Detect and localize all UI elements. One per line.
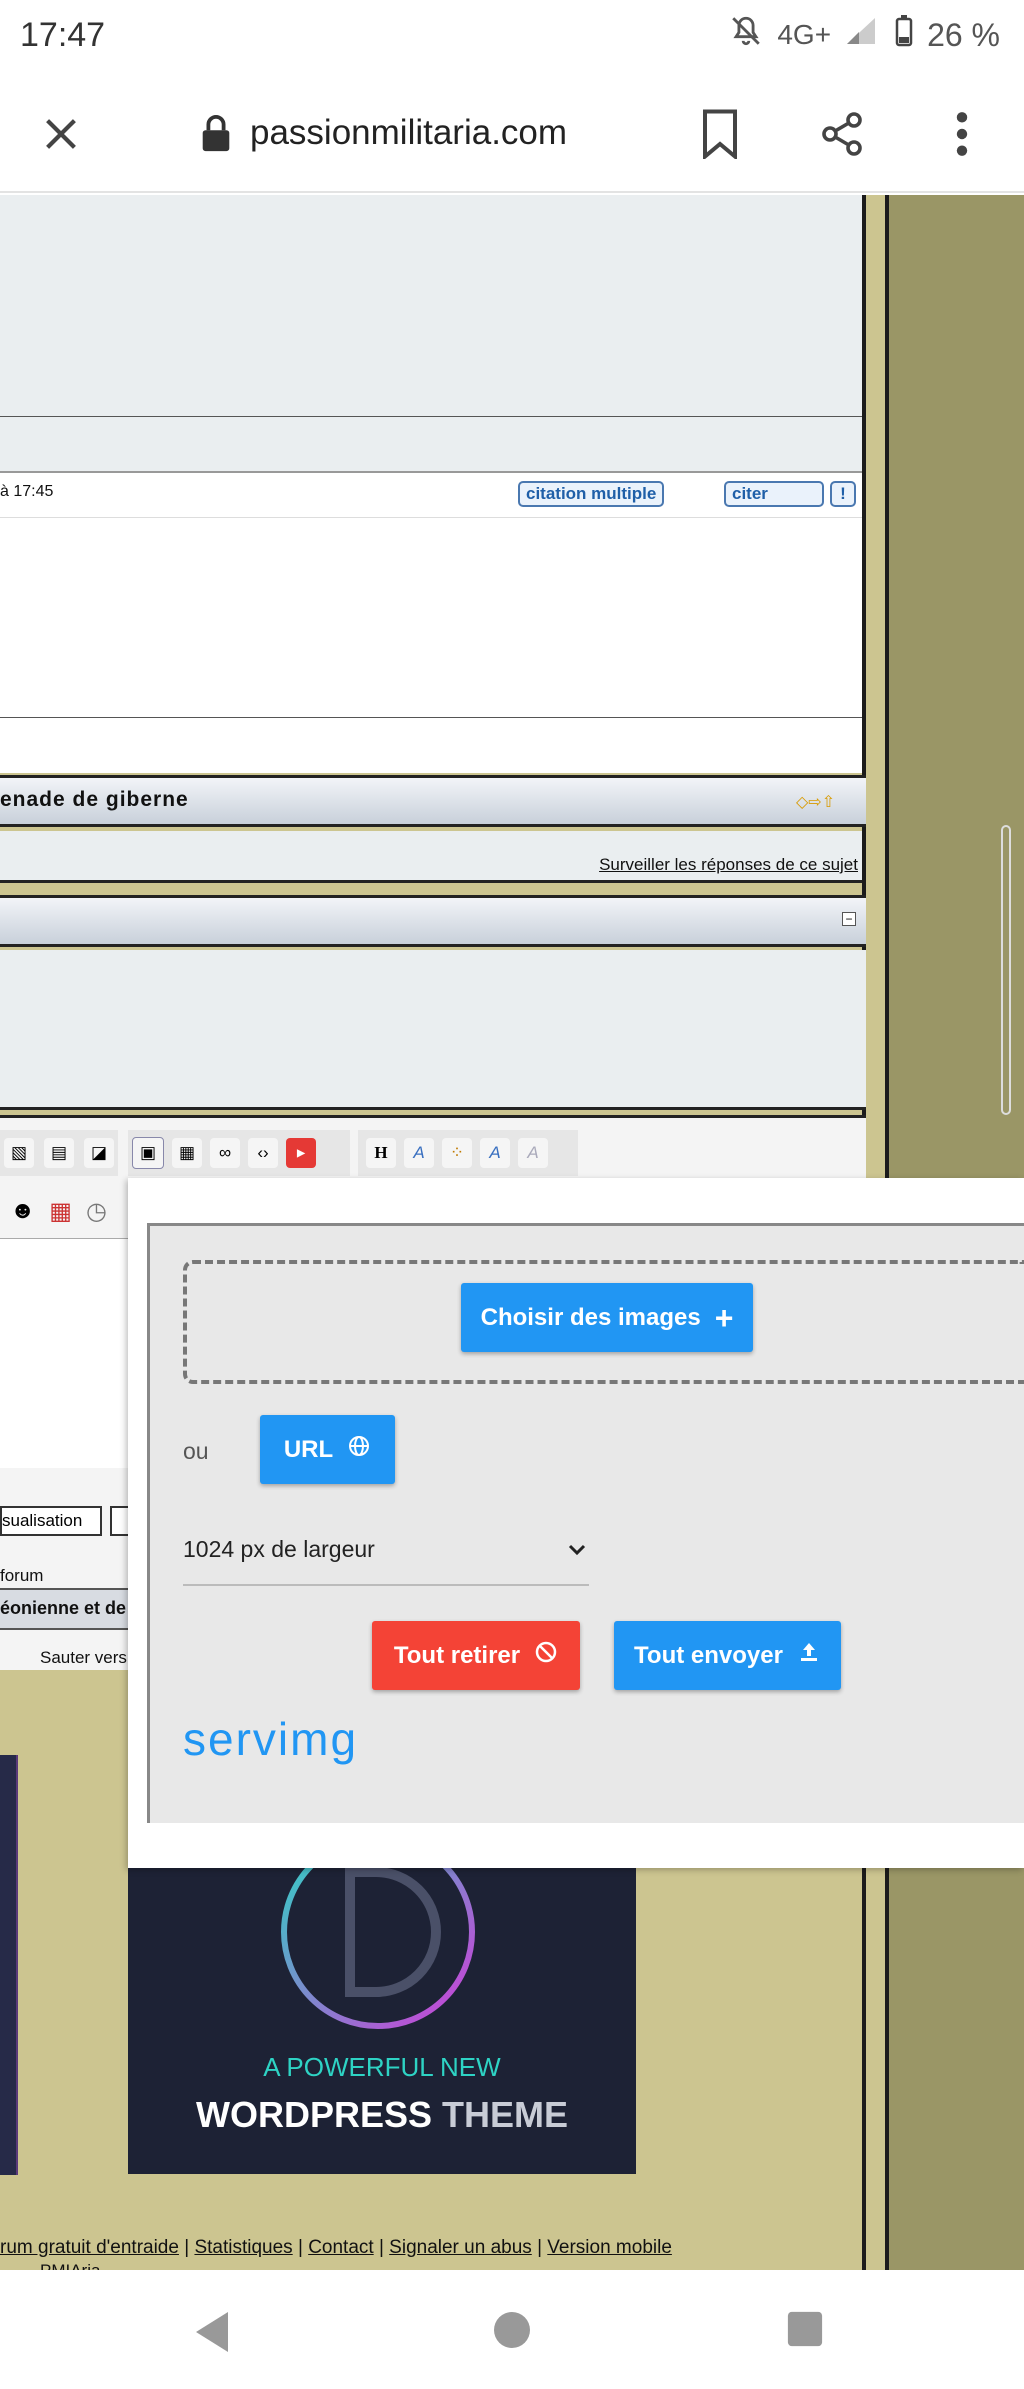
remove-all-button[interactable]: Tout retirer bbox=[372, 1621, 580, 1690]
ad-title-a: WORDPRESS bbox=[195, 2094, 432, 2135]
link-icon[interactable]: ∞ bbox=[210, 1138, 240, 1168]
post-time: à 17:45 bbox=[0, 483, 54, 500]
youtube-icon[interactable]: ▶ bbox=[286, 1138, 316, 1168]
smiley-icon[interactable]: ☻ bbox=[10, 1197, 35, 1225]
heading-icon[interactable]: H bbox=[366, 1138, 396, 1168]
post-footer-previous bbox=[0, 417, 862, 472]
color-icon[interactable]: ⁘ bbox=[442, 1138, 472, 1168]
servimg-logo: servimg bbox=[183, 1713, 359, 1765]
quote-button[interactable]: citer bbox=[724, 481, 824, 507]
remove-all-label: Tout retirer bbox=[393, 1641, 521, 1669]
quick-reply-bar: − bbox=[0, 895, 866, 947]
chevron-down-icon bbox=[565, 1538, 589, 1567]
lock-icon bbox=[200, 115, 232, 158]
message-textarea[interactable] bbox=[0, 1238, 128, 1468]
footer-sep: | bbox=[378, 2237, 384, 2258]
topic-watch-row: Surveiller les réponses de ce sujet bbox=[0, 831, 862, 883]
toolbar-group-3: H A ⁘ A A bbox=[358, 1130, 578, 1176]
recents-icon[interactable] bbox=[786, 2310, 824, 2353]
width-select-value: 1024 px de largeur bbox=[183, 1536, 375, 1562]
footer-link-mobile[interactable]: Version mobile bbox=[547, 2237, 672, 2258]
or-label: ou bbox=[183, 1438, 209, 1464]
topic-nav-arrows-icon[interactable]: ◇⇨⇧ bbox=[796, 792, 835, 812]
divi-logo-icon bbox=[281, 1862, 475, 2029]
url-label: URL bbox=[283, 1435, 334, 1463]
host-image-icon[interactable]: ▣ bbox=[132, 1137, 164, 1169]
category-title: éonienne et de l bbox=[0, 1598, 137, 1618]
topic-title-bar: enade de giberne ◇⇨⇧ bbox=[0, 775, 866, 827]
browser-toolbar: passionmilitaria.com bbox=[0, 75, 1024, 193]
muted-bell-icon bbox=[729, 14, 763, 56]
scrollbar-thumb[interactable] bbox=[1001, 825, 1011, 1115]
footer-link-contact[interactable]: Contact bbox=[308, 2237, 373, 2258]
footer-sep: | bbox=[184, 2237, 190, 2258]
edit-tool-icon[interactable]: ◪ bbox=[84, 1138, 114, 1168]
toolbar-group-1: ▧ ▤ ◪ bbox=[0, 1130, 118, 1176]
home-icon[interactable] bbox=[492, 2310, 532, 2355]
signal-icon bbox=[845, 16, 881, 54]
ad-banner[interactable]: A POWERFUL NEW WORDPRESS THEME bbox=[128, 1862, 636, 2174]
footer-link-report[interactable]: Signaler un abus bbox=[389, 2237, 532, 2258]
upload-icon bbox=[797, 1640, 821, 1671]
back-icon[interactable] bbox=[192, 2310, 232, 2359]
category-bar: éonienne et de l bbox=[0, 1588, 136, 1630]
network-type: 4G+ bbox=[777, 19, 832, 50]
ad-banner-left[interactable] bbox=[0, 1755, 18, 2175]
android-nav-bar bbox=[0, 2270, 1024, 2389]
send-button[interactable] bbox=[110, 1506, 130, 1536]
toolbar-row-2: ☻ ▦ ◷ bbox=[0, 1188, 128, 1234]
insert-image-icon[interactable]: ▦ bbox=[172, 1138, 202, 1168]
footer-link-stats[interactable]: Statistiques bbox=[194, 2237, 292, 2258]
send-all-button[interactable]: Tout envoyer bbox=[614, 1621, 841, 1690]
image-tool-icon[interactable]: ▧ bbox=[4, 1138, 34, 1168]
code-icon[interactable]: ‹› bbox=[248, 1138, 278, 1168]
plus-icon: + bbox=[714, 1299, 734, 1336]
battery-icon bbox=[895, 15, 913, 55]
font-size-icon[interactable]: A bbox=[404, 1138, 434, 1168]
watch-topic-link[interactable]: Surveiller les réponses de ce sujet bbox=[599, 855, 858, 875]
more-menu-icon[interactable] bbox=[950, 109, 974, 164]
url-button[interactable]: URL bbox=[260, 1415, 395, 1484]
footer-sep: | bbox=[537, 2237, 542, 2258]
collapse-icon[interactable]: − bbox=[842, 912, 856, 926]
footer-sep: | bbox=[297, 2237, 303, 2258]
close-tab-icon[interactable] bbox=[38, 111, 84, 162]
block-icon bbox=[534, 1640, 558, 1671]
jump-to-label: Sauter vers bbox=[40, 1648, 127, 1667]
multi-quote-button[interactable]: citation multiple bbox=[518, 481, 665, 507]
font-icon[interactable]: A bbox=[480, 1138, 510, 1168]
post-body-previous bbox=[0, 195, 862, 417]
globe-icon bbox=[347, 1434, 371, 1465]
width-select[interactable]: 1024 px de largeur bbox=[183, 1532, 589, 1586]
ad-tagline: A POWERFUL NEW bbox=[263, 2052, 501, 2082]
page-tool-icon[interactable]: ▤ bbox=[44, 1138, 74, 1168]
clear-format-icon[interactable]: A bbox=[518, 1138, 548, 1168]
battery-level: 26 % bbox=[927, 16, 1000, 53]
preview-button[interactable]: sualisation bbox=[0, 1506, 102, 1536]
ad-title: WORDPRESS THEME bbox=[128, 2094, 636, 2136]
footer-link-forum[interactable]: rum gratuit d'entraide bbox=[0, 2237, 179, 2258]
status-icons: 4G+ 26 % bbox=[729, 14, 1000, 56]
status-bar: 17:47 4G+ 26 % bbox=[0, 0, 1024, 75]
choose-images-label: Choisir des images bbox=[480, 1303, 701, 1331]
calendar-icon[interactable]: ▦ bbox=[49, 1197, 72, 1226]
footer-links: rum gratuit d'entraide | Statistiques | … bbox=[0, 2237, 866, 2267]
toolbar-group-2: ▣ ▦ ∞ ‹› ▶ bbox=[128, 1130, 350, 1176]
bookmark-icon[interactable] bbox=[700, 109, 740, 164]
footer-bottom-text: PMIAria bbox=[40, 2261, 100, 2270]
send-all-label: Tout envoyer bbox=[634, 1641, 783, 1669]
post-header: à 17:45 citation multiple citer ! bbox=[0, 472, 862, 518]
report-icon[interactable]: ! bbox=[830, 481, 856, 507]
url-bar[interactable]: passionmilitaria.com bbox=[250, 113, 567, 153]
post-footer bbox=[0, 718, 862, 773]
choose-images-button[interactable]: Choisir des images + bbox=[461, 1283, 753, 1352]
ad-title-b: THEME bbox=[442, 2094, 569, 2135]
share-icon[interactable] bbox=[818, 109, 866, 164]
clock: 17:47 bbox=[20, 16, 106, 54]
clock-icon[interactable]: ◷ bbox=[86, 1197, 107, 1226]
topic-title: enade de giberne bbox=[0, 788, 189, 811]
quick-reply-area bbox=[0, 950, 866, 1110]
forum-text: forum bbox=[0, 1566, 44, 1585]
post-body bbox=[0, 518, 862, 718]
